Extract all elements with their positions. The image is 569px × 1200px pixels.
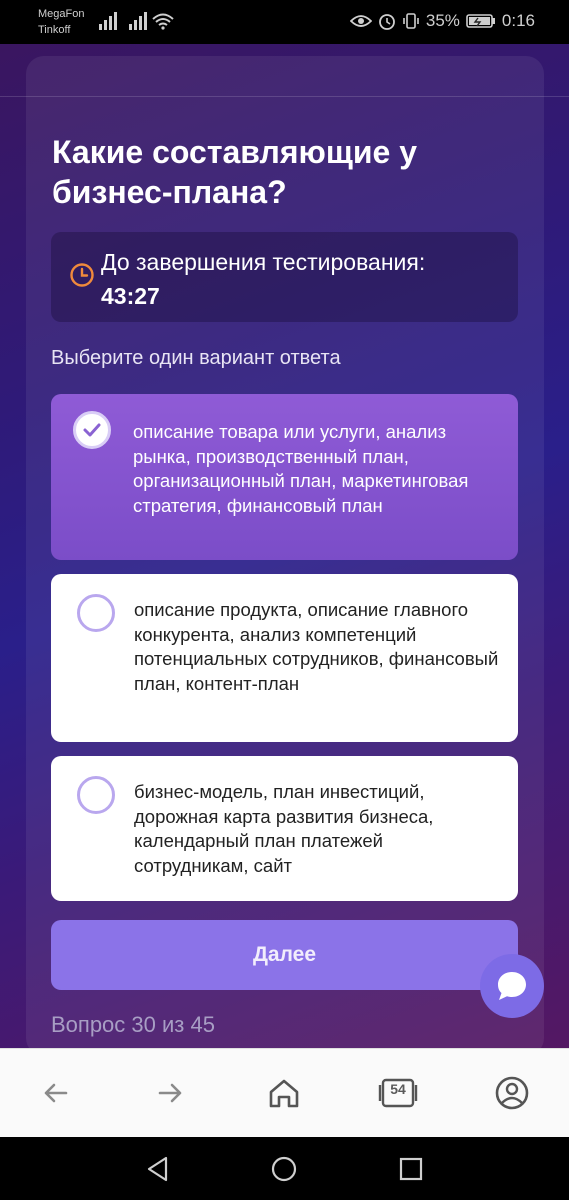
timer-value: 43:27 — [101, 283, 160, 309]
system-recents-icon[interactable] — [397, 1155, 425, 1183]
question-progress: Вопрос 30 из 45 — [51, 1012, 215, 1037]
battery-percent: 35% — [425, 11, 460, 30]
status-bar: MegaFon Tinkoff 35% 0:16 — [0, 0, 569, 44]
tabs-button[interactable]: 54 — [378, 1073, 418, 1113]
radio-unchecked[interactable] — [77, 776, 115, 814]
radio-checked[interactable] — [73, 411, 111, 449]
system-navigation-bar — [0, 1137, 569, 1200]
browser-toolbar: 54 — [0, 1048, 569, 1137]
system-back-icon[interactable] — [144, 1155, 172, 1183]
question-title: Какие составляющие у бизнес-плана? — [52, 134, 418, 210]
home-icon[interactable] — [264, 1073, 304, 1113]
chat-button[interactable] — [480, 954, 544, 1018]
tab-count: 54 — [390, 1081, 406, 1097]
radio-unchecked[interactable] — [77, 594, 115, 632]
answer-option-text: бизнес-модель, план инвестиций, дорожная… — [134, 781, 434, 876]
profile-icon[interactable] — [492, 1073, 532, 1113]
wifi-icon — [152, 13, 174, 30]
timer-label: До завершения тестирования: — [101, 249, 426, 275]
signal-icon — [99, 12, 117, 30]
answer-option-3[interactable]: бизнес-модель, план инвестиций, дорожная… — [51, 756, 518, 901]
next-button[interactable]: Далее — [51, 920, 518, 990]
status-right: 35% 0:16 — [349, 11, 535, 31]
alarm-icon — [378, 14, 395, 30]
carrier-names: MegaFon Tinkoff — [38, 6, 84, 38]
chat-bubble-icon — [498, 972, 526, 1000]
signal-icon-2 — [129, 12, 147, 30]
back-arrow-icon[interactable] — [36, 1073, 76, 1113]
battery-icon — [466, 14, 495, 28]
carrier-2: Tinkoff — [38, 24, 71, 36]
check-icon — [83, 423, 101, 437]
timer-panel: До завершения тестирования: 43:27 — [51, 232, 518, 322]
carrier-1: MegaFon — [38, 8, 85, 20]
answer-instruction: Выберите один вариант ответа — [51, 347, 341, 369]
eye-icon — [349, 15, 372, 27]
clock-icon — [70, 263, 94, 287]
system-home-icon[interactable] — [270, 1155, 298, 1183]
answer-option-1[interactable]: описание товара или услуги, анализ рынка… — [51, 394, 518, 560]
forward-arrow-icon[interactable] — [150, 1073, 190, 1113]
answer-option-text: описание продукта, описание главного кон… — [134, 599, 499, 694]
answer-option-2[interactable]: описание продукта, описание главного кон… — [51, 574, 518, 742]
answer-option-text: описание товара или услуги, анализ рынка… — [133, 421, 469, 516]
clock: 0:16 — [501, 11, 535, 30]
vibrate-icon — [403, 13, 419, 29]
